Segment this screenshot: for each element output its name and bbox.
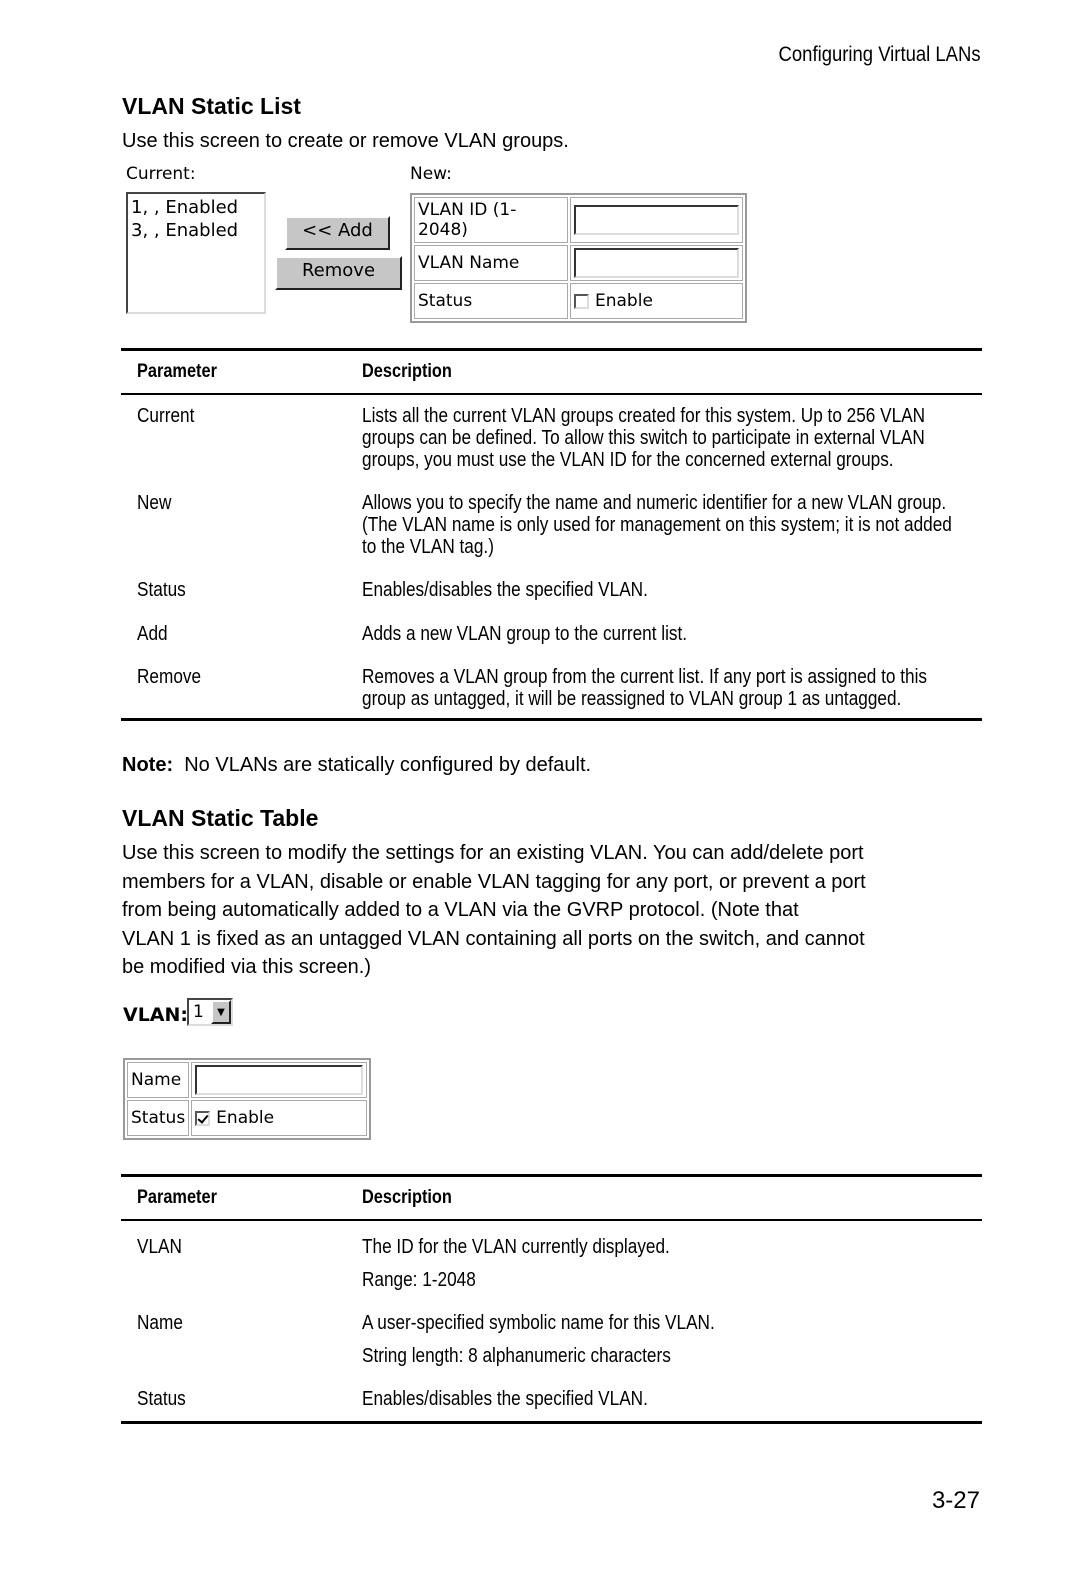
status-label: Status: [127, 1100, 190, 1136]
note-text: No VLANs are statically configured by de…: [184, 754, 592, 776]
enable-checkbox[interactable]: [195, 1110, 211, 1126]
table-row: New Allows you to specify the name and n…: [121, 492, 982, 579]
header-description: Description: [362, 361, 452, 382]
table-row: Status Enables/disables the specified VL…: [121, 579, 982, 623]
new-vlan-form-table: VLAN ID (1-2048) VLAN Name Status Enable: [410, 193, 747, 323]
vlan-select-label: VLAN:: [123, 1004, 189, 1026]
name-label: Name: [127, 1062, 190, 1098]
param-desc: Adds a new VLAN group to the current lis…: [362, 623, 688, 645]
list-item[interactable]: 3, , Enabled: [131, 219, 261, 242]
param-name: Remove: [137, 666, 202, 688]
note-label: Note:: [122, 754, 174, 776]
table-bottom-rule: [121, 1421, 982, 1424]
param-name: Status: [137, 1388, 186, 1410]
current-label: Current:: [126, 164, 196, 184]
table-row: Status Enables/disables the specified VL…: [121, 1383, 982, 1416]
param-name: New: [137, 492, 172, 514]
remove-button[interactable]: Remove: [275, 256, 402, 290]
param-name: Status: [137, 579, 186, 601]
status-label: Status: [414, 283, 568, 319]
vlan-edit-form-table: Name Status Enable: [123, 1058, 371, 1140]
enable-field: Enable: [570, 283, 743, 319]
vlan-name-input[interactable]: [574, 248, 739, 278]
param-name: Add: [137, 623, 168, 645]
vlan-name-label: VLAN Name: [414, 245, 568, 281]
param-name: VLAN: [137, 1236, 182, 1258]
parameter-table-static-list: Parameter Description Current Lists all …: [121, 348, 982, 721]
running-head: Configuring Virtual LANs: [778, 43, 981, 66]
param-desc: Allows you to specify the name and numer…: [362, 492, 952, 558]
page-number: 3-27: [931, 1487, 980, 1514]
header-description: Description: [362, 1187, 452, 1208]
table-row: Add Adds a new VLAN group to the current…: [121, 623, 982, 666]
enable-label: Enable: [216, 1108, 275, 1128]
table-row: Remove Removes a VLAN group from the cur…: [121, 666, 982, 718]
table-row: VLAN The ID for the VLAN currently displ…: [121, 1231, 982, 1307]
parameter-table-static-table: Parameter Description VLAN The ID for th…: [121, 1174, 982, 1424]
table-row: Current Lists all the current VLAN group…: [121, 405, 982, 492]
header-parameter: Parameter: [137, 1187, 217, 1208]
param-desc: A user-specified symbolic name for this …: [362, 1312, 715, 1367]
new-label: New:: [410, 164, 452, 184]
param-desc: Lists all the current VLAN groups create…: [362, 405, 926, 471]
param-desc: Removes a VLAN group from the current li…: [362, 666, 927, 710]
vlan-id-input[interactable]: [574, 205, 739, 235]
list-item[interactable]: 1, , Enabled: [131, 196, 261, 219]
param-name: Current: [137, 405, 195, 427]
chevron-down-icon[interactable]: ▼: [211, 1000, 231, 1024]
note: Note: No VLANs are statically configured…: [122, 754, 591, 777]
enable-field: Enable: [191, 1100, 367, 1136]
table-header: Parameter Description: [121, 351, 982, 393]
param-desc: The ID for the VLAN currently displayed.…: [362, 1236, 670, 1291]
section-intro-static-list: Use this screen to create or remove VLAN…: [122, 130, 569, 152]
param-desc: Enables/disables the specified VLAN.: [362, 579, 648, 601]
section-intro-static-table: Use this screen to modify the settings f…: [122, 842, 866, 978]
add-button[interactable]: << Add: [285, 216, 390, 250]
param-desc: Enables/disables the specified VLAN.: [362, 1388, 648, 1410]
enable-label: Enable: [595, 291, 653, 311]
enable-checkbox[interactable]: [574, 293, 589, 309]
name-input[interactable]: [195, 1065, 363, 1095]
table-row: Name A user-specified symbolic name for …: [121, 1307, 982, 1383]
table-header: Parameter Description: [121, 1177, 982, 1219]
header-parameter: Parameter: [137, 361, 217, 382]
current-vlan-listbox[interactable]: 1, , Enabled 3, , Enabled: [126, 192, 266, 314]
vlan-select-value: 1: [193, 1002, 204, 1022]
vlan-select[interactable]: 1 ▼: [187, 998, 233, 1026]
section-title-static-list: VLAN Static List: [122, 93, 301, 119]
table-bottom-rule: [121, 718, 982, 721]
param-name: Name: [137, 1312, 183, 1334]
vlan-id-label: VLAN ID (1-2048): [414, 197, 568, 243]
section-title-static-table: VLAN Static Table: [122, 805, 319, 831]
